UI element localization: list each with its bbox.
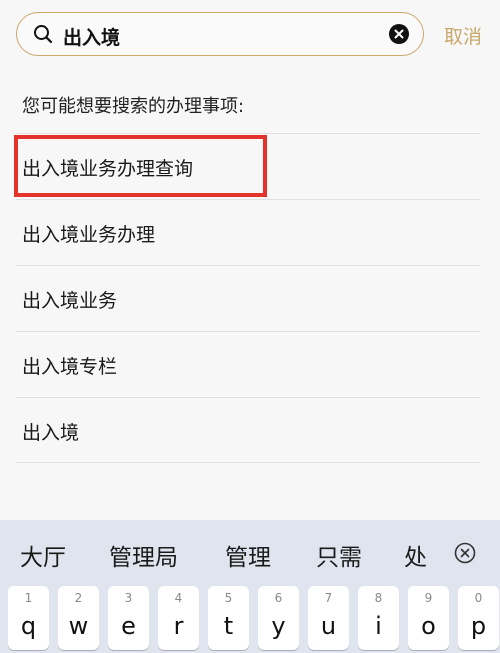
suggestion-list: 出入境业务办理查询 出入境业务办理 出入境业务 出入境专栏 出入境 (16, 133, 480, 463)
key[interactable]: 5t (208, 586, 249, 650)
clear-icon[interactable] (389, 24, 409, 44)
suggestion-item[interactable]: 出入境业务办理查询 (16, 133, 480, 199)
key-number: 9 (424, 591, 433, 605)
suggestion-label: 出入境业务办理查询 (22, 158, 194, 180)
suggestion-label: 出入境专栏 (22, 356, 118, 378)
search-icon (34, 25, 53, 44)
key-letter: e (121, 612, 136, 640)
keyboard: 大厅 管理局 管理 只需 处 1q 2w 3e 4r 5t 6y 7u 8i 9… (0, 520, 500, 653)
suggestion-label: 出入境 (22, 422, 80, 444)
key-number: 6 (274, 591, 283, 605)
key-letter: r (173, 612, 184, 640)
candidate-word[interactable]: 管理 (225, 538, 271, 572)
suggestion-item[interactable]: 出入境业务 (16, 265, 480, 331)
key-number: 7 (324, 591, 333, 605)
cancel-button[interactable]: 取消 (444, 22, 482, 49)
key[interactable]: 0p (458, 586, 499, 650)
key[interactable]: 6y (258, 586, 299, 650)
candidate-word[interactable]: 大厅 (20, 538, 66, 572)
key[interactable]: 3e (108, 586, 149, 650)
key[interactable]: 7u (308, 586, 349, 650)
key-number: 8 (374, 591, 383, 605)
close-candidates-icon[interactable] (454, 542, 476, 564)
key-letter: o (421, 612, 436, 640)
suggestion-label: 出入境业务办理 (22, 224, 156, 246)
search-bar[interactable]: 出入境 (16, 12, 424, 56)
candidate-word[interactable]: 只需 (316, 538, 362, 572)
key-number: 0 (474, 591, 483, 605)
key-number: 3 (124, 591, 133, 605)
key-letter: q (20, 612, 37, 640)
suggestion-hint: 您可能想要搜索的办理事项: (22, 96, 245, 117)
key-letter: p (470, 612, 487, 640)
key-letter: t (223, 612, 234, 640)
key-number: 2 (74, 591, 83, 605)
suggestion-item[interactable]: 出入境专栏 (16, 331, 480, 397)
key-row: 1q 2w 3e 4r 5t 6y 7u 8i 9o 0p (8, 586, 499, 650)
key-number: 1 (24, 591, 33, 605)
suggestion-item[interactable]: 出入境业务办理 (16, 199, 480, 265)
suggestion-label: 出入境业务 (22, 290, 118, 312)
suggestion-item[interactable]: 出入境 (16, 397, 480, 463)
key[interactable]: 8i (358, 586, 399, 650)
key-letter: u (320, 612, 337, 640)
key-letter: w (68, 612, 89, 640)
key-letter: y (271, 612, 286, 640)
key-number: 5 (224, 591, 233, 605)
candidate-word[interactable]: 管理局 (109, 538, 178, 572)
search-input[interactable]: 出入境 (63, 23, 120, 50)
key[interactable]: 1q (8, 586, 49, 650)
key[interactable]: 2w (58, 586, 99, 650)
key-letter: i (375, 612, 382, 640)
key[interactable]: 9o (408, 586, 449, 650)
key-number: 4 (174, 591, 183, 605)
key[interactable]: 4r (158, 586, 199, 650)
candidate-word[interactable]: 处 (404, 538, 427, 572)
